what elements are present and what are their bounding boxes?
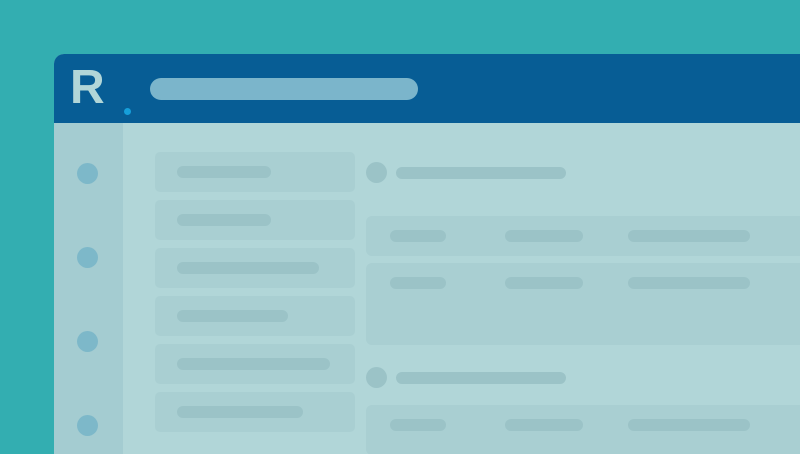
sidebar-icon-rail [54,123,123,454]
column-placeholder [628,419,750,431]
section-header [366,161,800,185]
sidebar-placeholder-icon-1[interactable] [77,163,98,184]
placeholder-dot-icon [366,367,387,388]
list-item-placeholder [177,358,330,370]
list-item[interactable] [155,248,355,288]
column-placeholder [505,230,583,242]
app-logo[interactable]: R [70,61,131,115]
column-placeholder [628,230,750,242]
list-item[interactable] [155,296,355,336]
list-item-placeholder [177,166,271,178]
section-title-placeholder [396,167,566,179]
list-item[interactable] [155,344,355,384]
cell-placeholder [628,277,750,289]
column-placeholder [390,230,446,242]
logo-letter: R [70,61,105,114]
table-row[interactable] [366,263,800,345]
sidebar-placeholder-icon-4[interactable] [77,415,98,436]
navigation-list [155,152,355,454]
search-bar-placeholder[interactable] [150,78,418,100]
placeholder-dot-icon [366,162,387,183]
table-header [366,216,800,256]
section-title-placeholder [396,372,566,384]
sidebar-placeholder-icon-2[interactable] [77,247,98,268]
list-item-placeholder [177,310,288,322]
main-content-panel [366,123,800,454]
sidebar-placeholder-icon-3[interactable] [77,331,98,352]
logo-dot-icon [124,108,131,115]
app-window: R [54,54,800,454]
top-navigation-bar: R [54,54,800,123]
list-item-placeholder [177,262,319,274]
cell-placeholder [505,277,583,289]
list-item-placeholder [177,214,271,226]
table-header [366,405,800,454]
column-placeholder [505,419,583,431]
list-item[interactable] [155,200,355,240]
list-item[interactable] [155,152,355,192]
cell-placeholder [390,277,446,289]
section-header [366,366,800,390]
column-placeholder [390,419,446,431]
list-item[interactable] [155,392,355,432]
list-item-placeholder [177,406,303,418]
